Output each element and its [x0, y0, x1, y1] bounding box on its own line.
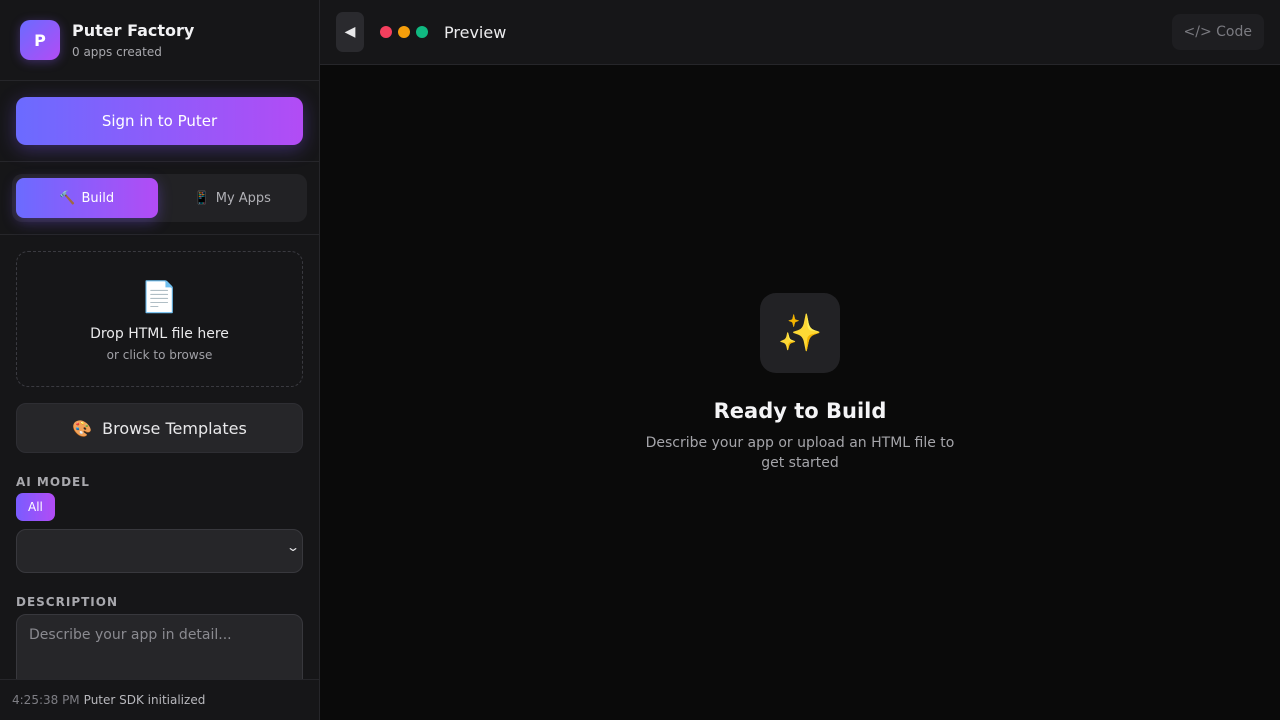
green-dot: [416, 26, 428, 38]
apps-count: 0 apps created: [72, 45, 162, 59]
preview-area: ◀ Preview </> Code ✨ Ready to Build Desc…: [320, 0, 1280, 720]
empty-state: ✨ Ready to Build Describe your app or up…: [640, 292, 960, 473]
preview-topbar: ◀ Preview </> Code: [320, 0, 1280, 65]
status-message: Puter SDK initialized: [83, 693, 206, 707]
build-panel: 📄 Drop HTML file here or click to browse…: [0, 235, 319, 720]
browse-templates-button[interactable]: 🎨 Browse Templates: [16, 403, 303, 453]
collapse-sidebar-button[interactable]: ◀: [336, 12, 364, 52]
preview-stage: ✨ Ready to Build Describe your app or up…: [320, 65, 1280, 720]
dropzone-title: Drop HTML file here: [90, 326, 229, 342]
phone-icon: 📱: [193, 190, 210, 206]
app-logo: P: [20, 20, 60, 60]
sidebar: P Puter Factory 0 apps created Sign in t…: [0, 0, 320, 720]
hammer-icon: 🔨: [59, 190, 76, 206]
brand-header: P Puter Factory 0 apps created: [0, 0, 319, 81]
brand-text: Puter Factory 0 apps created: [72, 20, 194, 60]
sparkles-icon: ✨: [760, 292, 840, 373]
tab-build-label: Build: [81, 190, 115, 206]
dropzone-subtitle: or click to browse: [106, 348, 213, 362]
ai-model-label: AI MODEL: [16, 475, 90, 489]
model-filter-all[interactable]: All: [16, 493, 55, 521]
signin-section: Sign in to Puter: [0, 81, 319, 162]
tabs-section: 🔨 Build 📱 My Apps: [0, 162, 319, 235]
app-title: Puter Factory: [72, 21, 195, 40]
empty-state-title: Ready to Build: [713, 398, 887, 423]
browse-templates-label: Browse Templates: [102, 418, 247, 438]
preview-title: Preview: [444, 22, 507, 42]
tab-my-apps[interactable]: 📱 My Apps: [162, 178, 304, 218]
status-bar: 4:25:38 PM Puter SDK initialized: [0, 679, 319, 720]
app-root: P Puter Factory 0 apps created Sign in t…: [0, 0, 1280, 720]
html-dropzone[interactable]: 📄 Drop HTML file here or click to browse: [16, 251, 303, 387]
model-select[interactable]: ⌄: [16, 529, 303, 573]
palette-icon: 🎨: [72, 418, 93, 438]
back-arrow-icon: ◀: [344, 24, 356, 40]
code-toggle-button[interactable]: </> Code: [1171, 14, 1264, 50]
mode-tabs: 🔨 Build 📱 My Apps: [12, 174, 307, 222]
red-dot: [380, 26, 392, 38]
status-time: 4:25:38 PM: [12, 693, 80, 707]
signin-button[interactable]: Sign in to Puter: [16, 97, 303, 145]
document-icon: 📄: [140, 280, 179, 315]
yellow-dot: [398, 26, 410, 38]
chevron-down-icon: ⌄: [285, 540, 301, 554]
window-dots: [380, 26, 428, 38]
empty-state-subtitle: Describe your app or upload an HTML file…: [645, 434, 955, 471]
tab-build[interactable]: 🔨 Build: [16, 178, 158, 218]
tab-my-apps-label: My Apps: [215, 190, 271, 206]
description-label: DESCRIPTION: [16, 595, 119, 609]
